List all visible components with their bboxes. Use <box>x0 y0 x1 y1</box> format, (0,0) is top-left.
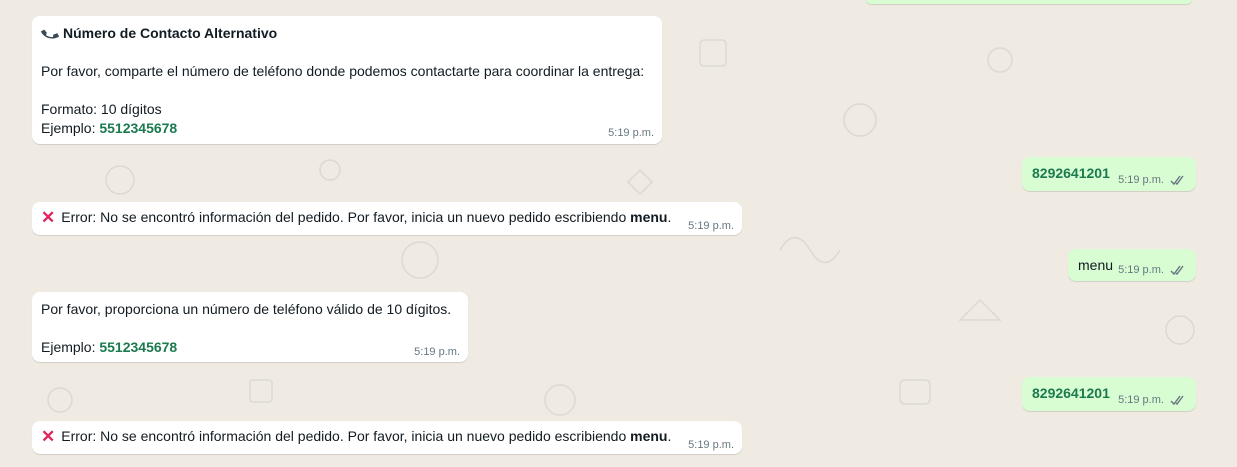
example-value: 5512345678 <box>99 339 178 355</box>
message-text: Por favor, proporciona un número de telé… <box>41 301 452 317</box>
message-text-suffix: . <box>667 428 672 444</box>
message-time: 5:19 p.m. <box>414 346 460 358</box>
message-text: 8292641201 <box>1032 165 1110 181</box>
message-time: 5:19 p.m. <box>1118 264 1164 276</box>
message-bubble-partial <box>866 0 1192 4</box>
message-text: Error: No se encontró información del pe… <box>61 428 631 444</box>
read-ticks-icon <box>1170 175 1184 185</box>
cross-mark-icon: ✕ <box>41 208 56 227</box>
read-ticks-icon <box>1170 265 1184 275</box>
example-label: Ejemplo: <box>41 339 100 355</box>
message-text-suffix: . <box>667 209 672 225</box>
message-time: 5:19 p.m. <box>688 220 734 232</box>
cross-mark-icon: ✕ <box>41 427 56 446</box>
message-bubble-incoming[interactable]: Número de Contacto Alternativo Por favor… <box>32 16 662 144</box>
message-bubble-outgoing[interactable]: 8292641201 5:19 p.m. <box>1022 157 1196 191</box>
example-label: Ejemplo: <box>41 120 100 136</box>
message-bubble-incoming[interactable]: ✕ Error: No se encontró información del p… <box>32 202 742 235</box>
message-title: Número de Contacto Alternativo <box>63 25 278 41</box>
message-text: 8292641201 <box>1032 385 1110 401</box>
message-bold-text: menu <box>630 209 668 225</box>
message-text: Error: No se encontró información del pe… <box>61 209 631 225</box>
read-ticks-icon <box>1170 395 1184 405</box>
message-time: 5:19 p.m. <box>608 127 654 139</box>
message-text: Por favor, comparte el número de teléfon… <box>41 63 645 79</box>
phone-icon <box>41 29 59 39</box>
message-text: Formato: 10 dígitos <box>41 101 162 117</box>
message-text: menu <box>1078 257 1114 273</box>
message-bold-text: menu <box>630 428 668 444</box>
message-bubble-outgoing[interactable]: 8292641201 5:19 p.m. <box>1022 377 1196 411</box>
message-bubble-incoming[interactable]: ✕ Error: No se encontró información del p… <box>32 421 742 454</box>
message-bubble-outgoing[interactable]: menu 5:19 p.m. <box>1068 249 1196 281</box>
example-value: 5512345678 <box>99 120 178 136</box>
message-time: 5:19 p.m. <box>1118 394 1164 406</box>
message-time: 5:19 p.m. <box>688 439 734 451</box>
message-time: 5:19 p.m. <box>1118 174 1164 186</box>
message-bubble-incoming[interactable]: Por favor, proporciona un número de telé… <box>32 292 468 362</box>
